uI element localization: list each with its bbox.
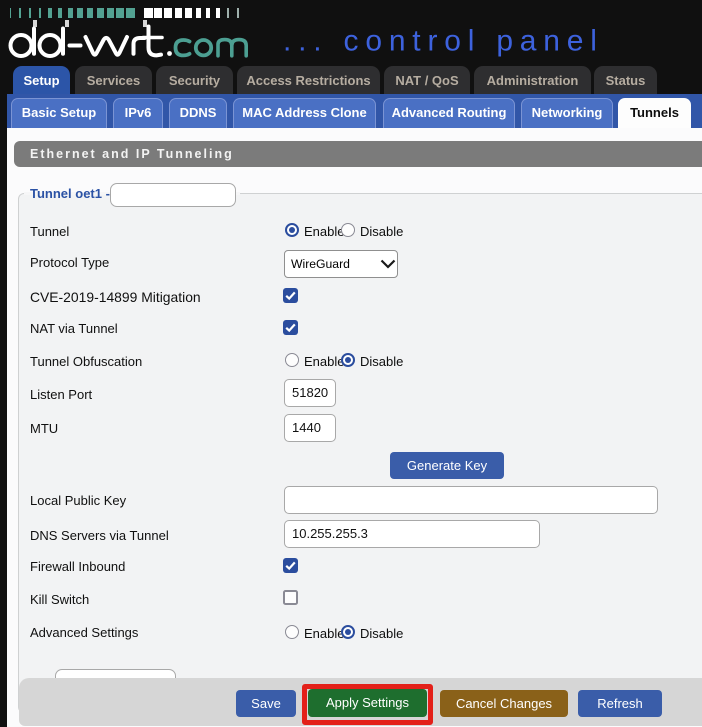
- svg-text:... control panel: ... control panel: [283, 25, 604, 58]
